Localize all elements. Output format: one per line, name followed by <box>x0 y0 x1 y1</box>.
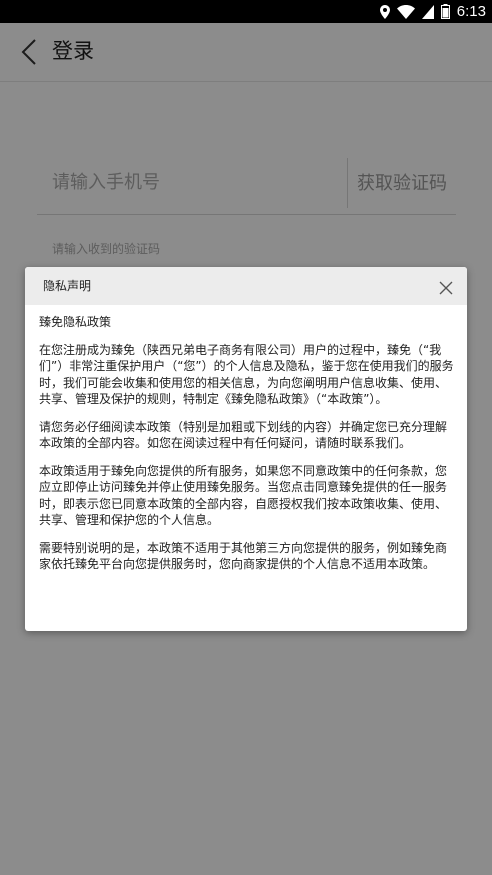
battery-icon <box>440 4 450 19</box>
status-bar: 6:13 <box>0 0 492 23</box>
wifi-icon <box>396 4 415 19</box>
close-icon[interactable] <box>439 281 453 295</box>
privacy-dialog: 隐私声明 臻免隐私政策 在您注册成为臻免（陕西兄弟电子商务有限公司）用户的过程中… <box>25 267 467 631</box>
dialog-body[interactable]: 臻免隐私政策 在您注册成为臻免（陕西兄弟电子商务有限公司）用户的过程中，臻免（“… <box>39 305 457 631</box>
status-time: 6:13 <box>456 3 486 20</box>
dialog-header: 隐私声明 <box>25 267 467 305</box>
policy-paragraph: 需要特别说明的是，本政策不适用于其他第三方向您提供的服务，例如臻免商家依托臻免平… <box>39 540 448 572</box>
policy-paragraph: 在您注册成为臻免（陕西兄弟电子商务有限公司）用户的过程中，臻免（“我们”）非常注… <box>39 342 454 407</box>
dialog-title: 隐私声明 <box>43 279 92 293</box>
status-icons: 6:13 <box>379 3 486 20</box>
policy-paragraph: 本政策适用于臻免向您提供的所有服务，如果您不同意政策中的任何条款，您应立即停止访… <box>39 463 448 528</box>
signal-icon <box>421 4 434 19</box>
policy-heading: 臻免隐私政策 <box>39 315 112 329</box>
location-icon <box>379 4 390 19</box>
policy-paragraph: 请您务必仔细阅读本政策（特别是加粗或下划线的内容）并确定您已充分理解本政策的全部… <box>39 419 448 451</box>
